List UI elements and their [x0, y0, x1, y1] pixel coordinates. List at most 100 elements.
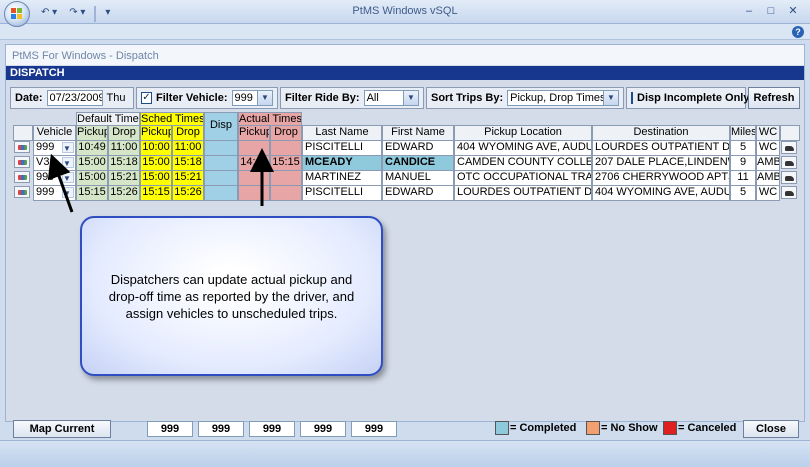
col-default-pickup: Pickup — [76, 125, 108, 141]
legend-no-show-swatch — [586, 421, 600, 435]
actual-pickup-cell-text: 14:45 — [240, 156, 268, 168]
sort-trips-select[interactable]: Pickup, Drop Times ▼ — [507, 90, 619, 106]
first-name-cell: CANDICE — [382, 155, 454, 171]
minimize-button[interactable]: – — [738, 3, 760, 19]
actual-pickup-cell[interactable] — [238, 185, 270, 201]
row-details-icon[interactable] — [14, 171, 30, 183]
chevron-down-icon[interactable]: ▼ — [62, 142, 74, 153]
col-last-name: Last Name — [302, 125, 382, 141]
vehicle-assign-icon[interactable] — [781, 156, 797, 169]
first-name-cell-text: CANDICE — [385, 156, 436, 168]
vehicle-assign-icon[interactable] — [781, 186, 797, 199]
help-icon[interactable]: ? — [792, 26, 804, 38]
col-default-drop: Drop — [108, 125, 140, 141]
form-caption: PtMS For Windows - Dispatch — [12, 50, 159, 62]
vehicle-cell[interactable]: 999 ▼ — [33, 170, 76, 186]
day-of-week: Thu — [106, 92, 126, 104]
default-pickup-cell-text: 15:00 — [78, 171, 106, 183]
close-button[interactable]: Close — [743, 420, 799, 438]
wc-cell-text: AMB — [757, 156, 780, 168]
maximize-button[interactable]: □ — [760, 3, 782, 19]
office-button[interactable] — [4, 1, 30, 27]
car-icon-header — [780, 125, 800, 141]
legend-no-show-label: = No Show — [601, 422, 658, 434]
sched-pickup-cell: 10:00 — [140, 140, 172, 156]
vehicle-cell-text: 999 — [36, 171, 55, 183]
vehicle-assign-icon[interactable] — [781, 141, 797, 154]
close-window-button[interactable]: ✕ — [782, 3, 804, 19]
default-drop-cell-text: 15:21 — [110, 171, 138, 183]
callout-text: Dispatchers can update actual pickup and… — [108, 271, 355, 321]
row-details-icon[interactable] — [14, 156, 30, 168]
wc-cell: WC — [756, 140, 780, 156]
actual-pickup-cell[interactable] — [238, 140, 270, 156]
actual-drop-cell[interactable] — [270, 185, 302, 201]
disp-incomplete-checkbox[interactable] — [631, 92, 633, 104]
first-name-cell-text: EDWARD — [385, 186, 434, 198]
sched-drop-cell-text: 15:26 — [174, 186, 202, 198]
actual-drop-cell[interactable] — [270, 140, 302, 156]
sched-pickup-cell-text: 15:00 — [142, 171, 170, 183]
actual-drop-cell-text: 15:15 — [272, 156, 300, 168]
sched-drop-cell-text: 11:00 — [174, 141, 202, 153]
destination-cell: 404 WYOMING AVE, AUDUBO — [592, 185, 730, 201]
vehicle-cell[interactable]: V38 ▼ — [33, 155, 76, 171]
filter-ride-label: Filter Ride By: — [285, 92, 360, 104]
disp-cell — [204, 140, 238, 156]
default-pickup-cell: 10:49 — [76, 140, 108, 156]
status-bar — [0, 440, 810, 467]
miles-cell: 9 — [730, 155, 756, 171]
col-wc: WC — [756, 125, 780, 141]
actual-pickup-cell[interactable] — [238, 170, 270, 186]
default-pickup-cell-text: 10:49 — [78, 141, 106, 153]
legend-completed-swatch — [495, 421, 509, 435]
sort-trips-group: Sort Trips By: Pickup, Drop Times ▼ — [426, 87, 624, 109]
col-disp: Disp — [204, 112, 238, 141]
default-drop-cell-text: 15:26 — [110, 186, 138, 198]
disp-incomplete-group: Disp Incomplete Only — [626, 87, 750, 109]
pickup-location-cell-text: LOURDES OUTPATIENT DIALY — [457, 186, 592, 198]
row-details-icon[interactable] — [14, 141, 30, 153]
destination-cell: 2706 CHERRYWOOD APTS,CI — [592, 170, 730, 186]
section-title: DISPATCH — [6, 66, 804, 80]
col-destination: Destination — [592, 125, 730, 141]
actual-pickup-cell[interactable]: 14:45 — [238, 155, 270, 171]
filter-ride-select[interactable]: All ▼ — [363, 90, 419, 106]
chevron-down-icon[interactable]: ▼ — [62, 157, 74, 168]
last-name-cell-text: PISCITELLI — [305, 186, 364, 198]
sched-drop-cell-text: 15:18 — [174, 156, 202, 168]
filter-vehicle-select[interactable]: 999 ▼ — [231, 90, 273, 106]
filter-vehicle-value: 999 — [234, 92, 253, 104]
miles-cell-text: 11 — [737, 171, 749, 183]
pickup-location-cell-text: OTC OCCUPATIONAL TRAININ — [457, 171, 592, 183]
sched-drop-cell: 15:26 — [172, 185, 204, 201]
sched-pickup-cell-text: 15:00 — [142, 156, 170, 168]
actual-drop-cell[interactable]: 15:15 — [270, 155, 302, 171]
chevron-down-icon[interactable]: ▼ — [62, 187, 74, 198]
pickup-location-cell: OTC OCCUPATIONAL TRAININ — [454, 170, 592, 186]
total-field: 999 — [249, 421, 295, 437]
miles-cell: 5 — [730, 140, 756, 156]
date-field[interactable]: 07/23/2009 — [46, 90, 103, 106]
vehicle-cell[interactable]: 999 ▼ — [33, 140, 76, 156]
sched-pickup-cell: 15:00 — [140, 170, 172, 186]
sched-times-header: Sched Times — [140, 112, 204, 126]
chevron-down-icon[interactable]: ▼ — [403, 91, 418, 105]
date-label: Date: — [15, 92, 43, 104]
vehicle-cell[interactable]: 999 ▼ — [33, 185, 76, 201]
destination-cell-text: LOURDES OUTPATIENT DIALY — [595, 141, 730, 153]
map-current-rides-button[interactable]: Map Current Rides — [13, 420, 111, 451]
actual-drop-cell[interactable] — [270, 170, 302, 186]
last-name-cell: MARTINEZ — [302, 170, 382, 186]
chevron-down-icon[interactable]: ▼ — [257, 91, 272, 105]
last-name-cell: MCEADY — [302, 155, 382, 171]
disp-incomplete-label: Disp Incomplete Only — [637, 92, 750, 104]
sched-pickup-cell-text: 10:00 — [142, 141, 170, 153]
chevron-down-icon[interactable]: ▼ — [62, 172, 74, 183]
filter-vehicle-checkbox[interactable]: ✓ — [141, 92, 152, 104]
vehicle-assign-icon[interactable] — [781, 171, 797, 184]
wc-cell-text: AMB — [757, 171, 780, 183]
chevron-down-icon[interactable]: ▼ — [603, 91, 618, 105]
row-details-icon[interactable] — [14, 186, 30, 198]
refresh-button[interactable]: Refresh — [748, 87, 800, 109]
